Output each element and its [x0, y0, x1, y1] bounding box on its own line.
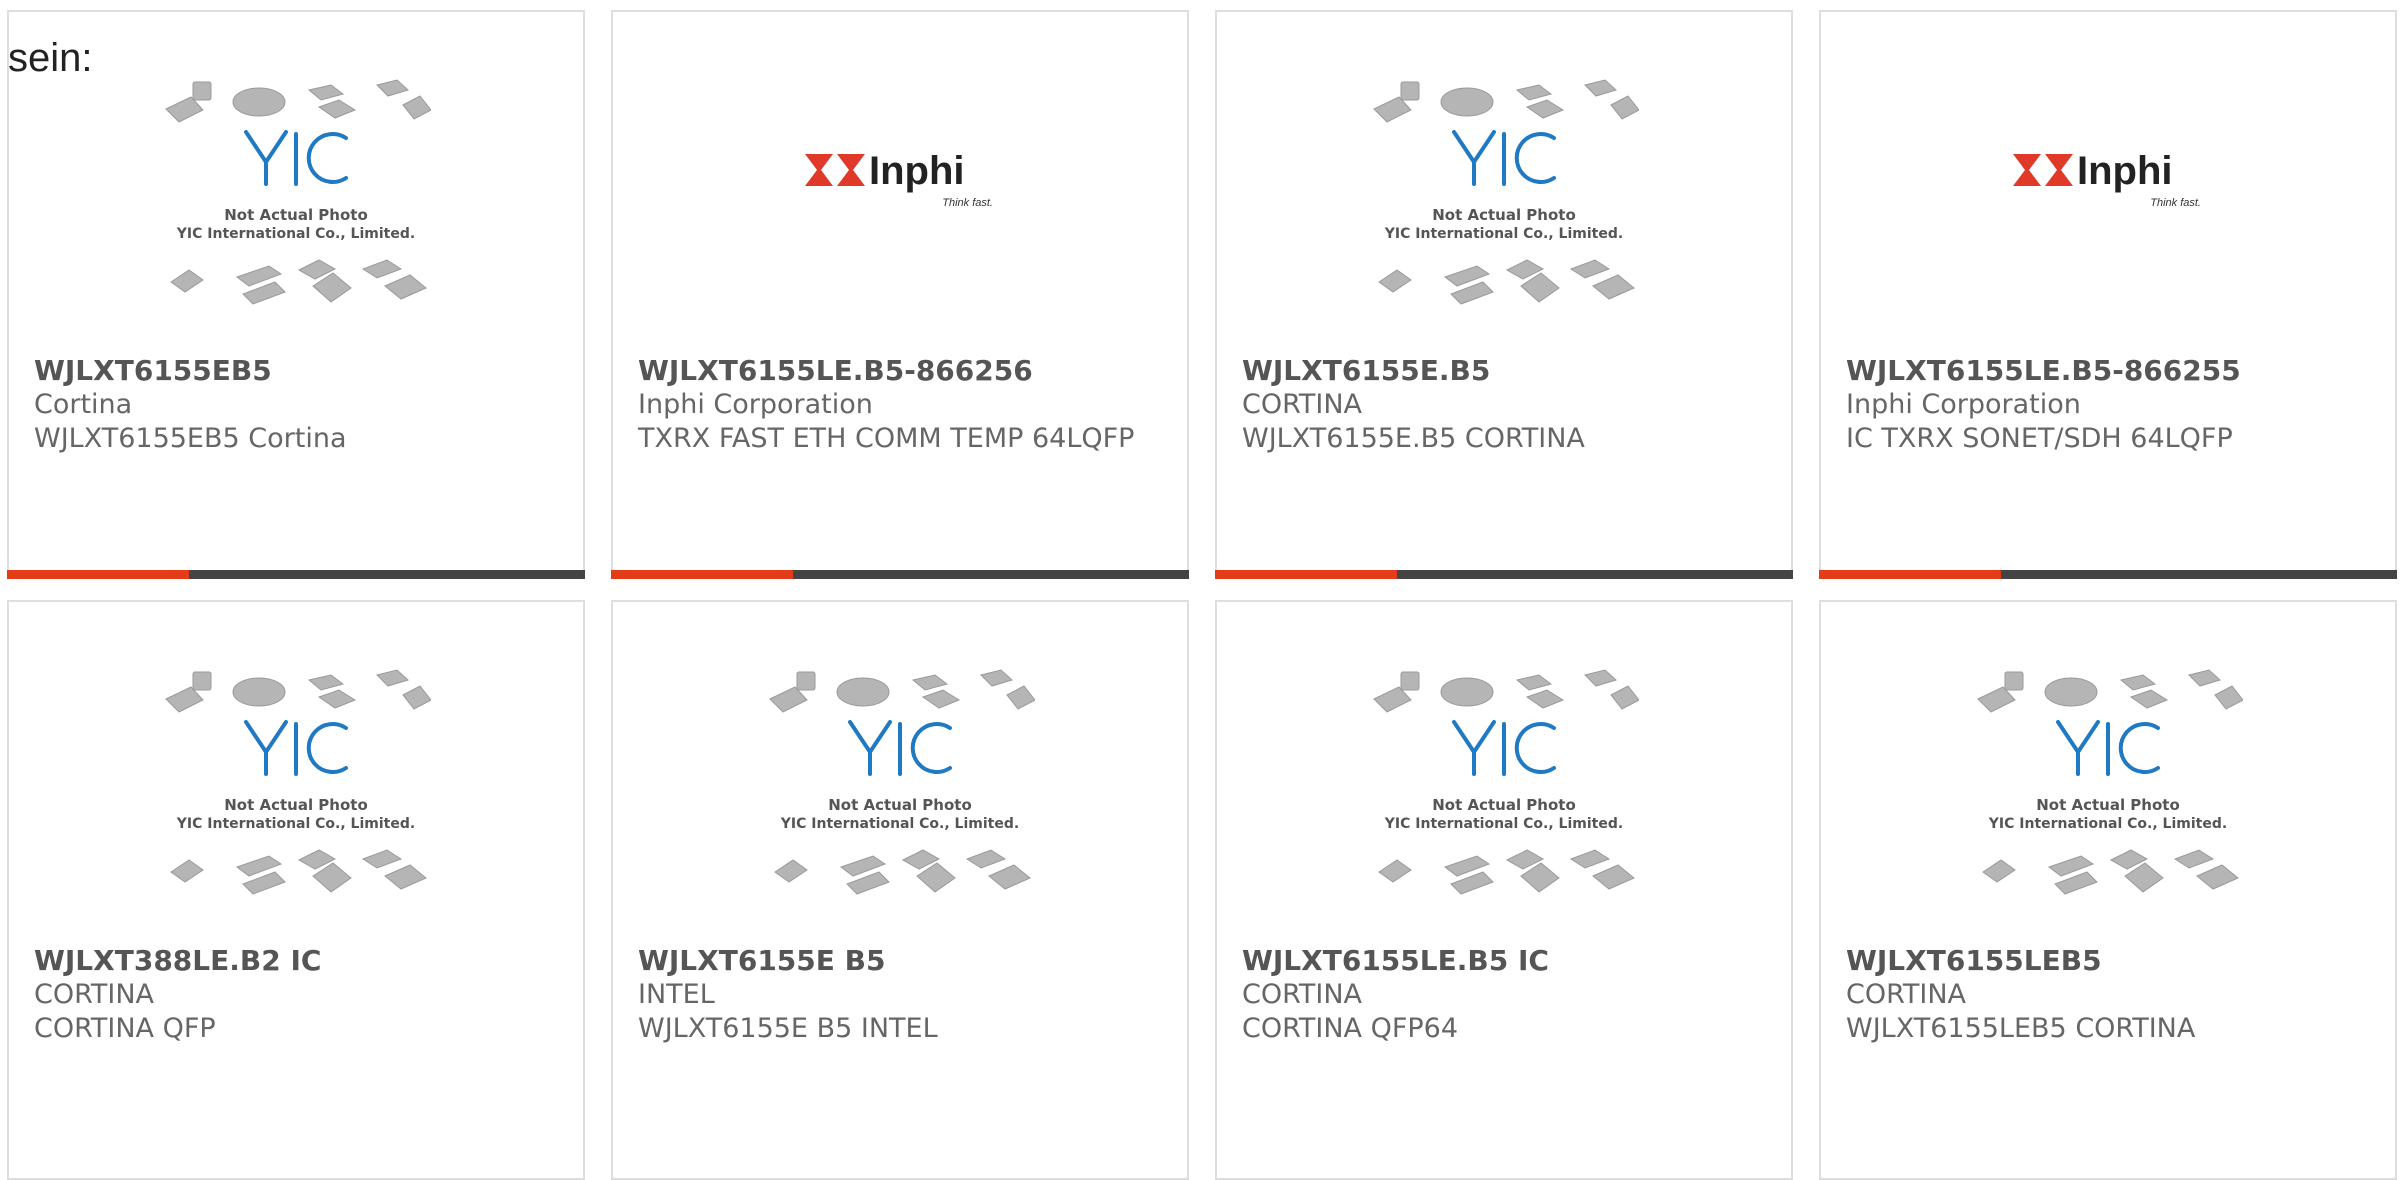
- card-accent-bar: [7, 570, 585, 579]
- manufacturer: CORTINA: [1242, 979, 1363, 1010]
- product-card[interactable]: Not Actual Photo YIC International Co., …: [7, 10, 585, 579]
- part-number-link[interactable]: WJLXT6155E.B5: [1242, 354, 1766, 388]
- description: CORTINA QFP64: [1242, 1013, 1459, 1044]
- manufacturer: INTEL: [638, 979, 715, 1010]
- product-card[interactable]: Inphi Think fast. WJLXT6155LE.B5-866255 …: [1819, 10, 2397, 579]
- manufacturer: CORTINA: [34, 979, 155, 1010]
- inphi-tagline: Think fast.: [942, 197, 993, 209]
- product-card[interactable]: Not Actual Photo YIC International Co., …: [1819, 600, 2397, 1180]
- inphi-mark-icon: [2013, 154, 2073, 186]
- inphi-logo[interactable]: Inphi Think fast.: [1821, 72, 2395, 352]
- description: WJLXT6155EB5 Cortina: [34, 423, 347, 454]
- placeholder-line1: Not Actual Photo: [1432, 206, 1576, 224]
- placeholder-line1: Not Actual Photo: [828, 796, 972, 814]
- part-number-link[interactable]: WJLXT6155E B5: [638, 944, 1162, 978]
- product-image-placeholder[interactable]: Not Actual Photo YIC International Co., …: [9, 72, 583, 352]
- part-number-link[interactable]: WJLXT6155LE.B5-866256: [638, 354, 1162, 388]
- inphi-logo[interactable]: Inphi Think fast.: [613, 72, 1187, 352]
- product-card[interactable]: Not Actual Photo YIC International Co., …: [1215, 600, 1793, 1180]
- inphi-brand: Inphi: [2077, 149, 2173, 193]
- manufacturer: CORTINA: [1242, 389, 1363, 420]
- part-number-link[interactable]: WJLXT6155LEB5: [1846, 944, 2370, 978]
- manufacturer: Cortina: [34, 389, 133, 420]
- inphi-brand: Inphi: [869, 149, 965, 193]
- inphi-tagline: Think fast.: [2150, 197, 2201, 209]
- part-number-link[interactable]: WJLXT6155LE.B5-866255: [1846, 354, 2370, 388]
- product-image-placeholder[interactable]: Not Actual Photo YIC International Co., …: [613, 662, 1187, 942]
- description: WJLXT6155LEB5 CORTINA: [1846, 1013, 2196, 1044]
- part-number-link[interactable]: WJLXT388LE.B2 IC: [34, 944, 558, 978]
- description: WJLXT6155E B5 INTEL: [638, 1013, 938, 1044]
- card-accent-bar: [611, 570, 1189, 579]
- product-image-placeholder[interactable]: Not Actual Photo YIC International Co., …: [9, 662, 583, 942]
- part-number-link[interactable]: WJLXT6155EB5: [34, 354, 558, 388]
- part-number-link[interactable]: WJLXT6155LE.B5 IC: [1242, 944, 1766, 978]
- manufacturer: CORTINA: [1846, 979, 1967, 1010]
- placeholder-line1: Not Actual Photo: [2036, 796, 2180, 814]
- placeholder-line2: YIC International Co., Limited.: [176, 226, 415, 242]
- product-card[interactable]: Inphi Think fast. WJLXT6155LE.B5-866256 …: [611, 10, 1189, 579]
- manufacturer: Inphi Corporation: [1846, 389, 2081, 420]
- placeholder-line2: YIC International Co., Limited.: [176, 816, 415, 832]
- description: CORTINA QFP: [34, 1013, 216, 1044]
- placeholder-line2: YIC International Co., Limited.: [1988, 816, 2227, 832]
- product-image-placeholder[interactable]: Not Actual Photo YIC International Co., …: [1821, 662, 2395, 942]
- placeholder-line2: YIC International Co., Limited.: [1384, 226, 1623, 242]
- product-image-placeholder[interactable]: Not Actual Photo YIC International Co., …: [1217, 662, 1791, 942]
- lead-text: sein:: [8, 36, 93, 80]
- product-card[interactable]: Not Actual Photo YIC International Co., …: [611, 600, 1189, 1180]
- product-card[interactable]: Not Actual Photo YIC International Co., …: [1215, 10, 1793, 579]
- description: TXRX FAST ETH COMM TEMP 64LQFP: [638, 423, 1135, 454]
- placeholder-line1: Not Actual Photo: [224, 206, 368, 224]
- description: WJLXT6155E.B5 CORTINA: [1242, 423, 1585, 454]
- placeholder-line1: Not Actual Photo: [1432, 796, 1576, 814]
- placeholder-line2: YIC International Co., Limited.: [1384, 816, 1623, 832]
- placeholder-line1: Not Actual Photo: [224, 796, 368, 814]
- card-accent-bar: [1819, 570, 2397, 579]
- inphi-mark-icon: [805, 154, 865, 186]
- description: IC TXRX SONET/SDH 64LQFP: [1846, 423, 2233, 454]
- card-accent-bar: [1215, 570, 1793, 579]
- product-image-placeholder[interactable]: Not Actual Photo YIC International Co., …: [1217, 72, 1791, 352]
- placeholder-line2: YIC International Co., Limited.: [780, 816, 1019, 832]
- product-card[interactable]: Not Actual Photo YIC International Co., …: [7, 600, 585, 1180]
- manufacturer: Inphi Corporation: [638, 389, 873, 420]
